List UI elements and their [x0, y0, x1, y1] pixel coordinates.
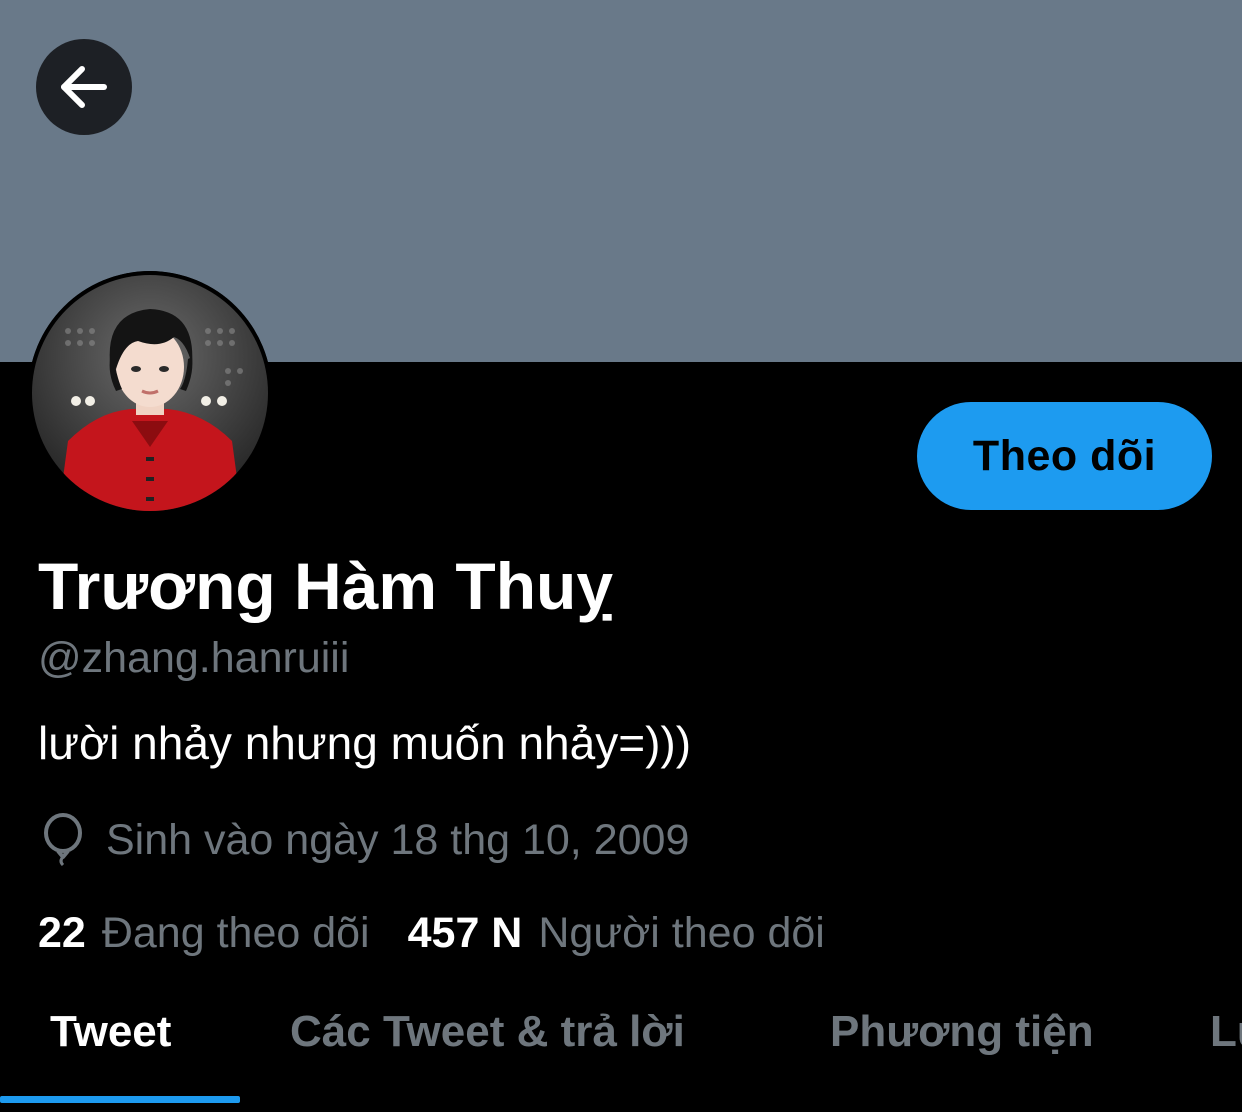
username-handle: @zhang.hanruiii	[38, 634, 350, 682]
tab-likes[interactable]: Lư	[1210, 990, 1242, 1074]
profile-tabs: Tweet Các Tweet & trả lời Phương tiện Lư	[0, 990, 1242, 1112]
avatar[interactable]	[28, 271, 272, 515]
profile-page: Theo dõi Trương Hàm Thuỵ @zhang.hanruiii…	[0, 0, 1242, 1112]
followers-label: Người theo dõi	[538, 908, 825, 957]
balloon-icon	[38, 812, 88, 868]
followers-count: 457 N	[407, 908, 523, 957]
followers-stat[interactable]: 457 N Người theo dõi	[408, 909, 825, 958]
tab-tweets[interactable]: Tweet	[50, 990, 171, 1074]
follow-stats: 22 Đang theo dõi 457 N Người theo dõi	[38, 902, 825, 964]
follow-button[interactable]: Theo dõi	[917, 402, 1212, 510]
back-button[interactable]	[36, 39, 132, 135]
tab-media[interactable]: Phương tiện	[830, 990, 1094, 1074]
tab-tweets-and-replies[interactable]: Các Tweet & trả lời	[290, 990, 685, 1074]
birth-date-text: Sinh vào ngày 18 thg 10, 2009	[106, 815, 690, 864]
active-tab-indicator	[0, 1096, 240, 1103]
following-count: 22	[38, 908, 86, 957]
following-stat[interactable]: 22 Đang theo dõi	[38, 909, 370, 958]
profile-bio: lười nhảy nhưng muốn nhảy=)))	[38, 717, 692, 769]
arrow-left-icon	[56, 59, 112, 115]
display-name: Trương Hàm Thuỵ	[38, 549, 614, 623]
birth-date-row: Sinh vào ngày 18 thg 10, 2009	[38, 808, 689, 872]
following-label: Đang theo dõi	[101, 908, 370, 957]
